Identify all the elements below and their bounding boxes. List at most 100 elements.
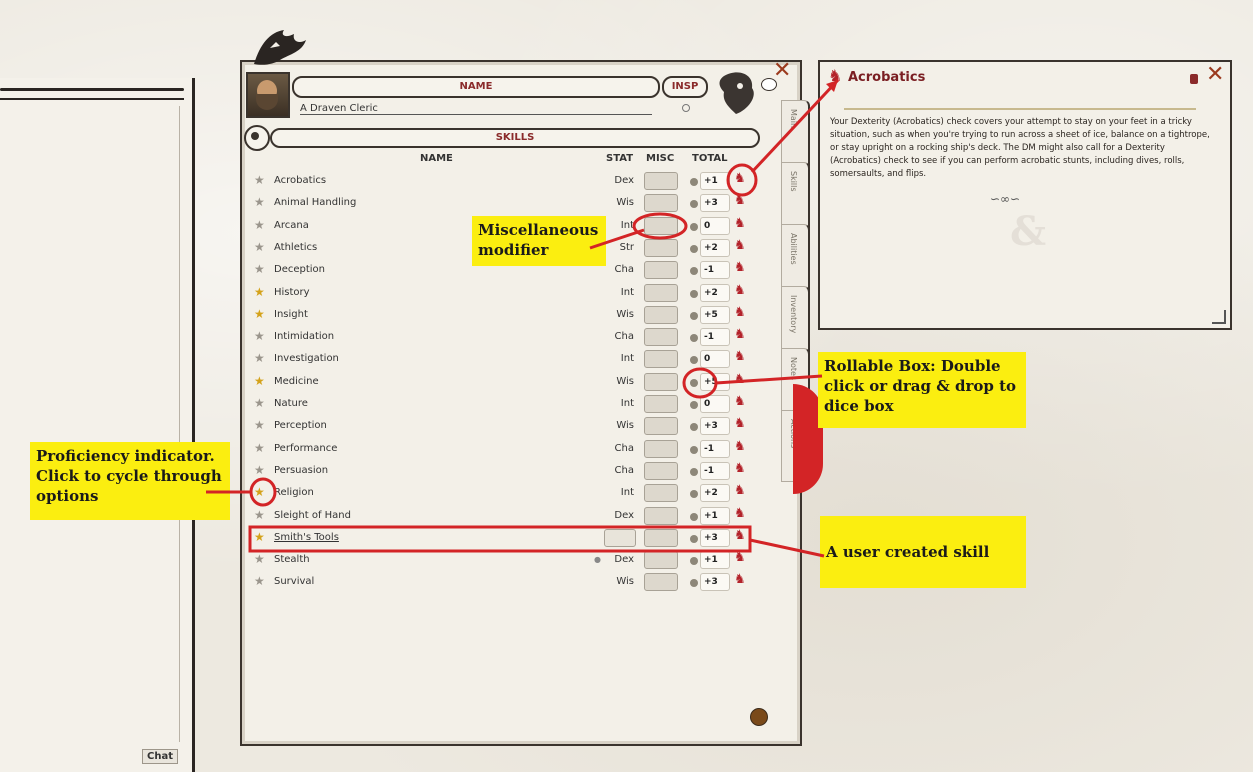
proficiency-star-icon[interactable]: ★	[254, 575, 265, 587]
rollable-total-box[interactable]: +2	[700, 283, 730, 302]
misc-modifier-input[interactable]	[644, 506, 678, 525]
misc-modifier-input[interactable]	[644, 238, 678, 257]
misc-modifier-input[interactable]	[644, 395, 678, 413]
skill-stat: Wis	[616, 420, 634, 432]
skill-info-link-icon[interactable]: ♞	[734, 507, 746, 520]
proficiency-star-icon[interactable]: ★	[254, 330, 265, 342]
misc-modifier-input[interactable]	[644, 305, 678, 324]
misc-modifier-input[interactable]	[644, 261, 678, 280]
proficiency-star-icon[interactable]: ★	[254, 397, 265, 409]
rollable-total-box[interactable]: -1	[700, 328, 730, 347]
rollable-total-box[interactable]: +1	[700, 506, 730, 525]
skill-info-link-icon[interactable]: ♞	[734, 484, 746, 497]
proficiency-star-icon[interactable]: ★	[254, 464, 265, 476]
skill-stat: Cha	[614, 442, 634, 454]
character-portrait[interactable]	[246, 72, 290, 118]
skill-stat: Str	[619, 241, 634, 253]
proficiency-star-icon[interactable]: ★	[254, 419, 265, 431]
proficiency-star-icon[interactable]: ★	[254, 174, 265, 186]
misc-modifier-input[interactable]	[644, 372, 678, 391]
rollable-total-box[interactable]: +3	[700, 573, 730, 592]
rollable-total-box[interactable]: +1	[700, 172, 730, 190]
skill-info-link-icon[interactable]: ♞	[734, 217, 746, 230]
skill-info-link-icon[interactable]: ♞	[734, 529, 746, 542]
skill-info-link-icon[interactable]: ♞	[734, 284, 746, 297]
rollable-total-box[interactable]: 0	[700, 395, 730, 413]
skill-info-link-icon[interactable]: ♞	[734, 350, 746, 363]
proficiency-star-icon[interactable]: ★	[254, 196, 265, 208]
misc-modifier-input[interactable]	[644, 461, 678, 480]
rollable-total-box[interactable]: 0	[700, 350, 730, 369]
proficiency-star-icon[interactable]: ★	[254, 531, 265, 543]
skill-info-link-icon[interactable]: ♞	[734, 194, 746, 207]
misc-modifier-input[interactable]	[644, 484, 678, 503]
skill-info-link-icon[interactable]: ♞	[734, 261, 746, 274]
rollable-total-box[interactable]: +1	[700, 551, 730, 570]
chat-button[interactable]: Chat	[142, 749, 178, 764]
skill-info-link-icon[interactable]: ♞	[734, 239, 746, 252]
proficiency-star-icon[interactable]: ★	[254, 352, 265, 364]
misc-modifier-input[interactable]	[644, 172, 678, 190]
proficiency-star-icon[interactable]: ★	[254, 509, 265, 521]
skill-info-link-icon[interactable]: ♞	[734, 172, 746, 185]
proficiency-star-icon[interactable]: ★	[254, 263, 265, 275]
misc-modifier-input[interactable]	[644, 194, 678, 213]
skill-name: History	[274, 286, 310, 298]
rollable-total-box[interactable]: +3	[700, 417, 730, 436]
rollable-total-box[interactable]: +3	[700, 528, 730, 547]
skill-row: ★ Medicine Wis +5 ♞	[254, 372, 754, 391]
skill-info-link-icon[interactable]: ♞	[734, 306, 746, 319]
skill-info-link-icon[interactable]: ♞	[734, 395, 746, 408]
skill-info-link-icon[interactable]: ♞	[734, 573, 746, 586]
edit-list-button[interactable]	[750, 708, 768, 726]
skill-info-link-icon[interactable]: ♞	[734, 551, 746, 564]
rollable-total-box[interactable]: +2	[700, 484, 730, 503]
inspiration-button[interactable]: INSP	[662, 76, 708, 98]
skill-name: Religion	[274, 487, 314, 499]
skill-info-link-icon[interactable]: ♞	[734, 328, 746, 341]
proficiency-star-icon[interactable]: ★	[254, 375, 265, 387]
rollable-total-box[interactable]: 0	[700, 216, 730, 235]
skill-row: ★ Animal Handling Wis +3 ♞	[254, 194, 754, 213]
misc-modifier-input[interactable]	[644, 573, 678, 592]
misc-modifier-input[interactable]	[644, 328, 678, 347]
proficiency-star-icon[interactable]: ★	[254, 308, 265, 320]
rollable-total-box[interactable]: +5	[700, 305, 730, 324]
misc-modifier-input[interactable]	[644, 417, 678, 436]
misc-modifier-input[interactable]	[644, 551, 678, 570]
misc-modifier-input[interactable]	[644, 350, 678, 369]
chat-log[interactable]	[6, 106, 180, 742]
skill-info-link-icon[interactable]: ♞	[734, 462, 746, 475]
misc-modifier-input[interactable]	[644, 216, 678, 235]
proficiency-star-icon[interactable]: ★	[254, 286, 265, 298]
rollable-total-box[interactable]: -1	[700, 461, 730, 480]
skill-info-link-icon[interactable]: ♞	[734, 417, 746, 430]
skill-info-link-icon[interactable]: ♞	[734, 373, 746, 386]
rollable-total-box[interactable]: +2	[700, 238, 730, 257]
misc-modifier-input[interactable]	[644, 439, 678, 458]
proficiency-star-icon[interactable]: ★	[254, 442, 265, 454]
skill-row: ★ Persuasion Cha -1 ♞	[254, 461, 754, 480]
user-skill-stat-box[interactable]	[604, 529, 636, 547]
proficiency-star-icon[interactable]: ★	[254, 486, 265, 498]
misc-modifier-input[interactable]	[644, 528, 678, 547]
lock-icon[interactable]	[1190, 74, 1198, 84]
close-info-icon[interactable]: ✕	[1206, 64, 1224, 86]
proficiency-star-icon[interactable]: ★	[254, 553, 265, 565]
misc-modifier-input[interactable]	[644, 283, 678, 302]
skill-info-link-icon[interactable]: ♞	[734, 440, 746, 453]
resize-handle-icon[interactable]	[1212, 310, 1226, 324]
skills-section-icon[interactable]	[244, 125, 270, 151]
close-sheet-icon[interactable]: ✕	[773, 60, 791, 82]
rollable-total-box[interactable]: +3	[700, 194, 730, 213]
proficiency-star-icon[interactable]: ★	[254, 219, 265, 231]
proficiency-star-icon[interactable]: ★	[254, 241, 265, 253]
die-icon	[690, 222, 698, 231]
rollable-total-box[interactable]: -1	[700, 439, 730, 458]
skill-stat: Cha	[614, 464, 634, 476]
character-name-input[interactable]: A Draven Cleric	[300, 103, 652, 115]
rollable-total-box[interactable]: +5	[700, 372, 730, 391]
rollable-total-box[interactable]: -1	[700, 261, 730, 280]
skill-name[interactable]: Smith's Tools	[274, 532, 339, 543]
inspiration-indicator[interactable]	[682, 104, 690, 112]
